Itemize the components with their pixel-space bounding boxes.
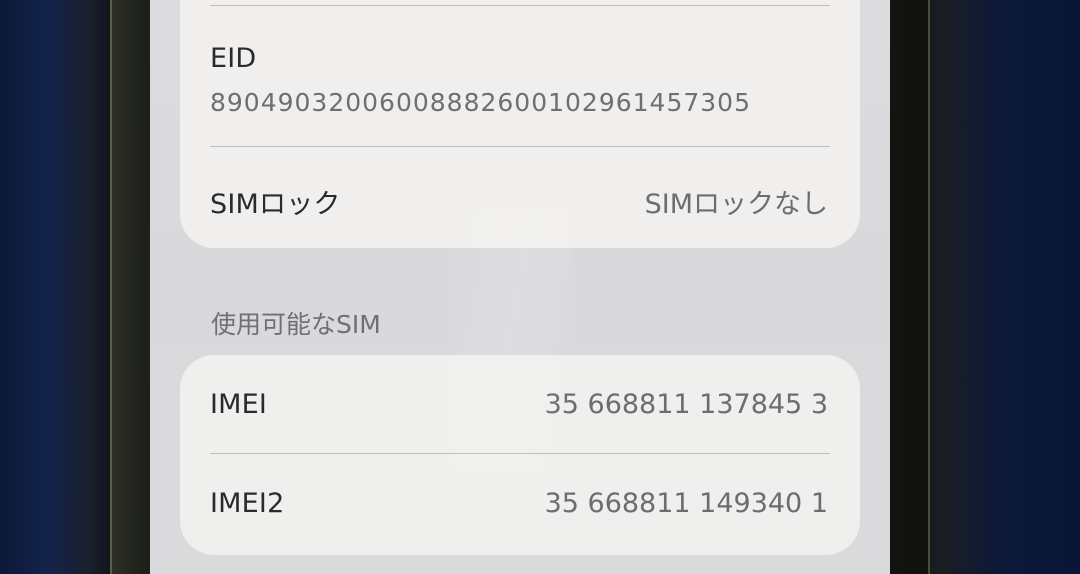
available-sim-header: 使用可能なSIM — [211, 310, 381, 339]
imei2-label: IMEI2 — [210, 488, 285, 519]
eid-label: EID — [210, 43, 257, 74]
eid-value[interactable]: 89049032006008882600102961457305 — [210, 88, 751, 117]
divider — [210, 146, 830, 147]
background-right — [905, 0, 1080, 574]
sim-lock-label: SIMロック — [210, 189, 341, 220]
imei-value[interactable]: 35 668811 137845 3 — [545, 389, 828, 420]
divider — [210, 453, 830, 454]
background-left — [0, 0, 120, 574]
available-sim-group: IMEI 35 668811 137845 3 IMEI2 35 668811 … — [180, 355, 860, 555]
imei2-value[interactable]: 35 668811 149340 1 — [545, 488, 828, 519]
settings-screen: EID 89049032006008882600102961457305 SIM… — [150, 0, 890, 574]
divider — [210, 5, 830, 6]
sim-info-group: EID 89049032006008882600102961457305 SIM… — [180, 0, 860, 248]
sim-lock-value: SIMロックなし — [644, 189, 828, 220]
imei-label: IMEI — [210, 389, 268, 420]
